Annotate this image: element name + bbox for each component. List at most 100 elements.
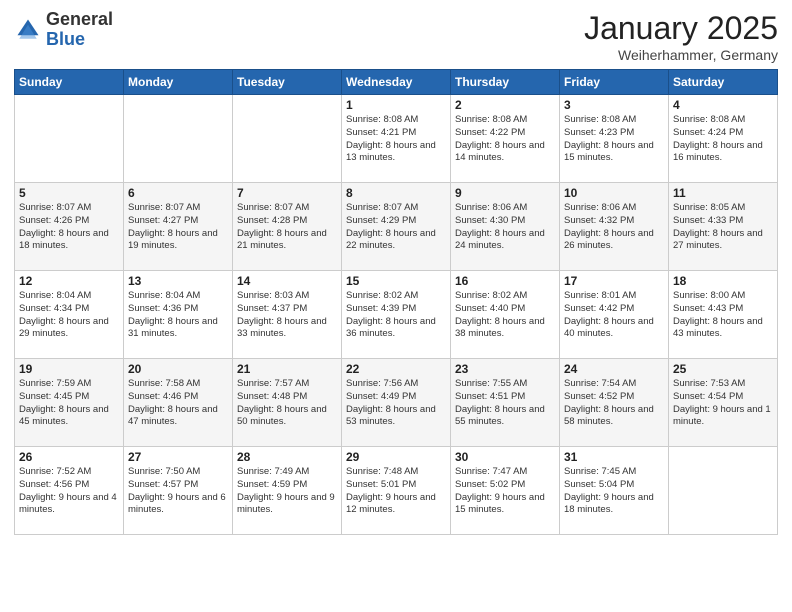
- table-row: 21 Sunrise: 7:57 AM Sunset: 4:48 PM Dayli…: [233, 359, 342, 447]
- table-row: 24Sunrise: 7:54 AM Sunset: 4:52 PM Dayli…: [560, 359, 669, 447]
- table-row: [15, 95, 124, 183]
- table-row: 26 Sunrise: 7:52 AM Sunset: 4:56 PM Dayli…: [15, 447, 124, 535]
- day-info: Sunrise: 8:06 AM Sunset: 4:32 PM Dayligh…: [564, 202, 664, 253]
- table-row: [669, 447, 778, 535]
- calendar-table: Sunday Monday Tuesday Wednesday Thursday…: [14, 69, 778, 535]
- table-row: 8 Sunrise: 8:07 AM Sunset: 4:29 PM Daylig…: [342, 183, 451, 271]
- table-row: 16 Sunrise: 8:02 AM Sunset: 4:40 PM Dayli…: [451, 271, 560, 359]
- day-info: Sunrise: 8:02 AM Sunset: 4:39 PM Dayligh…: [346, 290, 446, 341]
- day-info: Sunrise: 7:48 AM Sunset: 5:01 PM Dayligh…: [346, 466, 446, 517]
- day-info: Sunrise: 7:57 AM Sunset: 4:48 PM Dayligh…: [237, 378, 337, 429]
- day-info: Sunrise: 8:05 AM Sunset: 4:33 PM Dayligh…: [673, 202, 773, 253]
- day-info: Sunrise: 7:54 AM Sunset: 4:52 PM Dayligh…: [564, 378, 664, 429]
- day-info: Sunrise: 7:58 AM Sunset: 4:46 PM Dayligh…: [128, 378, 228, 429]
- calendar-week-row-2: 5 Sunrise: 8:07 AM Sunset: 4:26 PM Daylig…: [15, 183, 778, 271]
- table-row: 12 Sunrise: 8:04 AM Sunset: 4:34 PM Dayli…: [15, 271, 124, 359]
- logo: General Blue: [14, 10, 113, 50]
- day-number: 6: [128, 186, 228, 200]
- page-subtitle: Weiherhammer, Germany: [584, 47, 778, 63]
- logo-general-text: General: [46, 10, 113, 30]
- day-number: 13: [128, 274, 228, 288]
- table-row: 30Sunrise: 7:47 AM Sunset: 5:02 PM Dayli…: [451, 447, 560, 535]
- day-number: 12: [19, 274, 119, 288]
- day-info: Sunrise: 7:49 AM Sunset: 4:59 PM Dayligh…: [237, 466, 337, 517]
- day-number: 5: [19, 186, 119, 200]
- col-thursday: Thursday: [451, 70, 560, 95]
- page-title: January 2025: [584, 10, 778, 47]
- day-info: Sunrise: 8:04 AM Sunset: 4:34 PM Dayligh…: [19, 290, 119, 341]
- col-friday: Friday: [560, 70, 669, 95]
- table-row: 1 Sunrise: 8:08 AM Sunset: 4:21 PM Daylig…: [342, 95, 451, 183]
- col-sunday: Sunday: [15, 70, 124, 95]
- table-row: 10 Sunrise: 8:06 AM Sunset: 4:32 PM Dayli…: [560, 183, 669, 271]
- logo-icon: [14, 16, 42, 44]
- table-row: 14Sunrise: 8:03 AM Sunset: 4:37 PM Dayli…: [233, 271, 342, 359]
- table-row: 7 Sunrise: 8:07 AM Sunset: 4:28 PM Daylig…: [233, 183, 342, 271]
- logo-blue-text: Blue: [46, 30, 113, 50]
- day-info: Sunrise: 8:07 AM Sunset: 4:26 PM Dayligh…: [19, 202, 119, 253]
- table-row: [124, 95, 233, 183]
- day-info: Sunrise: 8:02 AM Sunset: 4:40 PM Dayligh…: [455, 290, 555, 341]
- day-number: 29: [346, 450, 446, 464]
- table-row: 2 Sunrise: 8:08 AM Sunset: 4:22 PM Daylig…: [451, 95, 560, 183]
- table-row: 3Sunrise: 8:08 AM Sunset: 4:23 PM Daylig…: [560, 95, 669, 183]
- table-row: 17 Sunrise: 8:01 AM Sunset: 4:42 PM Dayli…: [560, 271, 669, 359]
- day-info: Sunrise: 8:08 AM Sunset: 4:23 PM Dayligh…: [564, 114, 664, 165]
- day-info: Sunrise: 8:01 AM Sunset: 4:42 PM Dayligh…: [564, 290, 664, 341]
- calendar-week-row-1: 1 Sunrise: 8:08 AM Sunset: 4:21 PM Daylig…: [15, 95, 778, 183]
- table-row: 11 Sunrise: 8:05 AM Sunset: 4:33 PM Dayli…: [669, 183, 778, 271]
- day-info: Sunrise: 8:08 AM Sunset: 4:22 PM Dayligh…: [455, 114, 555, 165]
- day-number: 31: [564, 450, 664, 464]
- day-number: 9: [455, 186, 555, 200]
- title-block: January 2025 Weiherhammer, Germany: [584, 10, 778, 63]
- day-info: Sunrise: 8:07 AM Sunset: 4:27 PM Dayligh…: [128, 202, 228, 253]
- table-row: 18 Sunrise: 8:00 AM Sunset: 4:43 PM Dayli…: [669, 271, 778, 359]
- day-info: Sunrise: 7:52 AM Sunset: 4:56 PM Dayligh…: [19, 466, 119, 517]
- table-row: 29 Sunrise: 7:48 AM Sunset: 5:01 PM Dayli…: [342, 447, 451, 535]
- page: General Blue January 2025 Weiherhammer, …: [0, 0, 792, 612]
- day-info: Sunrise: 8:08 AM Sunset: 4:21 PM Dayligh…: [346, 114, 446, 165]
- day-info: Sunrise: 8:06 AM Sunset: 4:30 PM Dayligh…: [455, 202, 555, 253]
- day-info: Sunrise: 8:07 AM Sunset: 4:29 PM Dayligh…: [346, 202, 446, 253]
- table-row: 23Sunrise: 7:55 AM Sunset: 4:51 PM Dayli…: [451, 359, 560, 447]
- day-number: 4: [673, 98, 773, 112]
- calendar-week-row-4: 19 Sunrise: 7:59 AM Sunset: 4:45 PM Dayli…: [15, 359, 778, 447]
- day-number: 17: [564, 274, 664, 288]
- day-number: 10: [564, 186, 664, 200]
- table-row: 9 Sunrise: 8:06 AM Sunset: 4:30 PM Daylig…: [451, 183, 560, 271]
- calendar-week-row-5: 26 Sunrise: 7:52 AM Sunset: 4:56 PM Dayli…: [15, 447, 778, 535]
- day-number: 26: [19, 450, 119, 464]
- table-row: 6 Sunrise: 8:07 AM Sunset: 4:27 PM Daylig…: [124, 183, 233, 271]
- day-number: 8: [346, 186, 446, 200]
- day-number: 2: [455, 98, 555, 112]
- day-number: 30: [455, 450, 555, 464]
- table-row: 4Sunrise: 8:08 AM Sunset: 4:24 PM Daylig…: [669, 95, 778, 183]
- day-number: 19: [19, 362, 119, 376]
- day-info: Sunrise: 7:45 AM Sunset: 5:04 PM Dayligh…: [564, 466, 664, 517]
- day-info: Sunrise: 8:07 AM Sunset: 4:28 PM Dayligh…: [237, 202, 337, 253]
- day-number: 18: [673, 274, 773, 288]
- day-number: 15: [346, 274, 446, 288]
- table-row: 25Sunrise: 7:53 AM Sunset: 4:54 PM Dayli…: [669, 359, 778, 447]
- day-info: Sunrise: 8:04 AM Sunset: 4:36 PM Dayligh…: [128, 290, 228, 341]
- day-number: 11: [673, 186, 773, 200]
- day-number: 1: [346, 98, 446, 112]
- table-row: 15 Sunrise: 8:02 AM Sunset: 4:39 PM Dayli…: [342, 271, 451, 359]
- table-row: 22Sunrise: 7:56 AM Sunset: 4:49 PM Dayli…: [342, 359, 451, 447]
- day-number: 21: [237, 362, 337, 376]
- day-info: Sunrise: 8:00 AM Sunset: 4:43 PM Dayligh…: [673, 290, 773, 341]
- table-row: 5 Sunrise: 8:07 AM Sunset: 4:26 PM Daylig…: [15, 183, 124, 271]
- day-number: 16: [455, 274, 555, 288]
- day-info: Sunrise: 7:50 AM Sunset: 4:57 PM Dayligh…: [128, 466, 228, 517]
- table-row: 31 Sunrise: 7:45 AM Sunset: 5:04 PM Dayli…: [560, 447, 669, 535]
- day-number: 27: [128, 450, 228, 464]
- table-row: 27 Sunrise: 7:50 AM Sunset: 4:57 PM Dayli…: [124, 447, 233, 535]
- day-number: 20: [128, 362, 228, 376]
- day-number: 23: [455, 362, 555, 376]
- day-number: 22: [346, 362, 446, 376]
- day-number: 7: [237, 186, 337, 200]
- col-monday: Monday: [124, 70, 233, 95]
- calendar-header-row: Sunday Monday Tuesday Wednesday Thursday…: [15, 70, 778, 95]
- day-info: Sunrise: 8:03 AM Sunset: 4:37 PM Dayligh…: [237, 290, 337, 341]
- day-info: Sunrise: 7:59 AM Sunset: 4:45 PM Dayligh…: [19, 378, 119, 429]
